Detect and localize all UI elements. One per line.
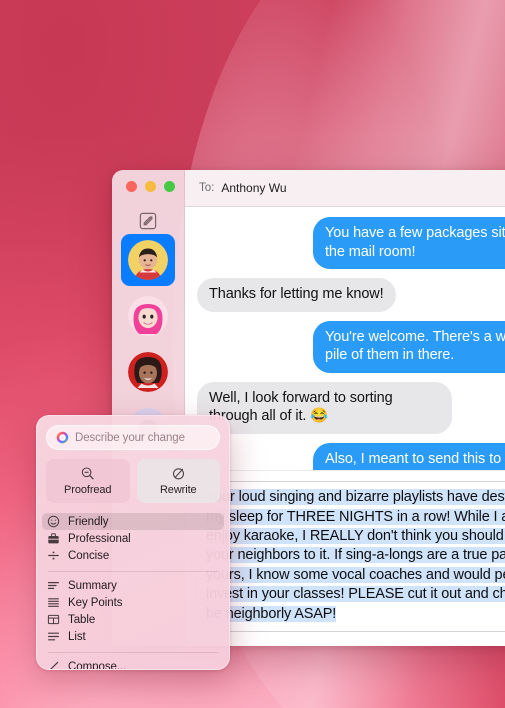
message-bubble-incoming[interactable]: Thanks for letting me know! (197, 278, 396, 312)
messages-titlebar: To: Anthony Wu (185, 170, 505, 207)
messages-main-pane: To: Anthony Wu You have a few packages s… (185, 170, 505, 646)
writing-tools-item-summary[interactable]: Summary (42, 577, 224, 594)
summary-lines-icon (47, 579, 60, 592)
compose-text-selected: Your loud singing and bizarre playlists … (206, 489, 505, 622)
magnifier-proofread-icon (80, 466, 95, 481)
describe-change-placeholder: Describe your change (75, 431, 185, 444)
conversation-item-3[interactable] (112, 346, 184, 398)
writing-tools-item-professional[interactable]: Professional (42, 530, 224, 547)
rewrite-label: Rewrite (159, 484, 197, 496)
item-label: Concise (68, 549, 110, 562)
window-traffic-lights (126, 181, 175, 192)
briefcase-icon (47, 532, 60, 545)
conversation-item-2[interactable] (112, 290, 184, 342)
writing-tools-item-key-points[interactable]: Key Points (42, 594, 224, 611)
avatar-memoji-pink-hair (128, 296, 168, 336)
minimize-button[interactable] (145, 181, 156, 192)
item-label: Summary (68, 579, 117, 592)
format-options-group: Summary Key Points Table List (46, 577, 220, 648)
close-button[interactable] (126, 181, 137, 192)
item-label: Key Points (68, 596, 123, 609)
writing-tools-item-compose[interactable]: Compose... (42, 658, 224, 670)
writing-tools-item-table[interactable]: Table (42, 611, 224, 628)
list-lines-icon (47, 630, 60, 643)
message-composer: Your loud singing and bizarre playlists … (185, 470, 505, 646)
apple-intelligence-ring-icon (56, 431, 69, 444)
compose-group: Compose... (46, 658, 220, 669)
item-label: Table (68, 613, 96, 626)
describe-change-input[interactable]: Describe your change (46, 425, 220, 450)
message-row: You're welcome. There's a whole pile of … (185, 320, 505, 373)
key-points-list-icon (47, 596, 60, 609)
message-bubble-incoming[interactable]: Well, I look forward to sorting through … (197, 381, 452, 434)
item-label: Friendly (68, 515, 109, 528)
proofread-label: Proofread (64, 484, 112, 496)
circle-slash-rewrite-icon (171, 466, 186, 481)
message-bubble-outgoing[interactable]: You're welcome. There's a whole pile of … (313, 320, 505, 373)
item-label: Professional (68, 532, 131, 545)
item-label: List (68, 630, 86, 643)
writing-tools-item-friendly[interactable]: Friendly (42, 513, 224, 530)
to-label: To: (199, 182, 215, 194)
avatar-person-yellow (128, 240, 168, 280)
table-grid-icon (47, 613, 60, 626)
pencil-icon (47, 660, 60, 669)
menu-divider-2 (48, 652, 218, 653)
avatar-person-red (128, 352, 168, 392)
message-bubble-outgoing[interactable]: You have a few packages sitting in the m… (313, 217, 505, 269)
item-label: Compose... (68, 660, 127, 670)
menu-divider-1 (48, 571, 218, 572)
message-row: Also, I meant to send this to you earlie… (185, 442, 505, 471)
zoom-button[interactable] (164, 181, 175, 192)
recipient-name[interactable]: Anthony Wu (221, 181, 286, 195)
writing-tools-panel: Describe your change Proofread Rewrite F… (36, 415, 230, 670)
conversation-item-1[interactable] (112, 234, 184, 286)
compose-text-field[interactable]: Your loud singing and bizarre playlists … (191, 481, 505, 632)
message-bubble-outgoing[interactable]: Also, I meant to send this to you earlie… (313, 442, 505, 471)
proofread-button[interactable]: Proofread (46, 459, 130, 503)
writing-tools-actions: Proofread Rewrite (46, 459, 220, 503)
smiley-face-icon (47, 515, 60, 528)
message-row: Well, I look forward to sorting through … (185, 381, 505, 434)
message-thread: You have a few packages sitting in the m… (185, 207, 505, 471)
message-row: Thanks for letting me know! (185, 278, 505, 312)
compose-pencil-icon[interactable] (139, 212, 157, 230)
writing-tools-item-list[interactable]: List (42, 628, 224, 645)
message-row: You have a few packages sitting in the m… (185, 217, 505, 269)
rewrite-button[interactable]: Rewrite (136, 459, 220, 503)
division-sign-icon (47, 549, 60, 562)
writing-tools-item-concise[interactable]: Concise (42, 547, 224, 564)
tone-options-group: Friendly Professional Concise (42, 513, 224, 567)
